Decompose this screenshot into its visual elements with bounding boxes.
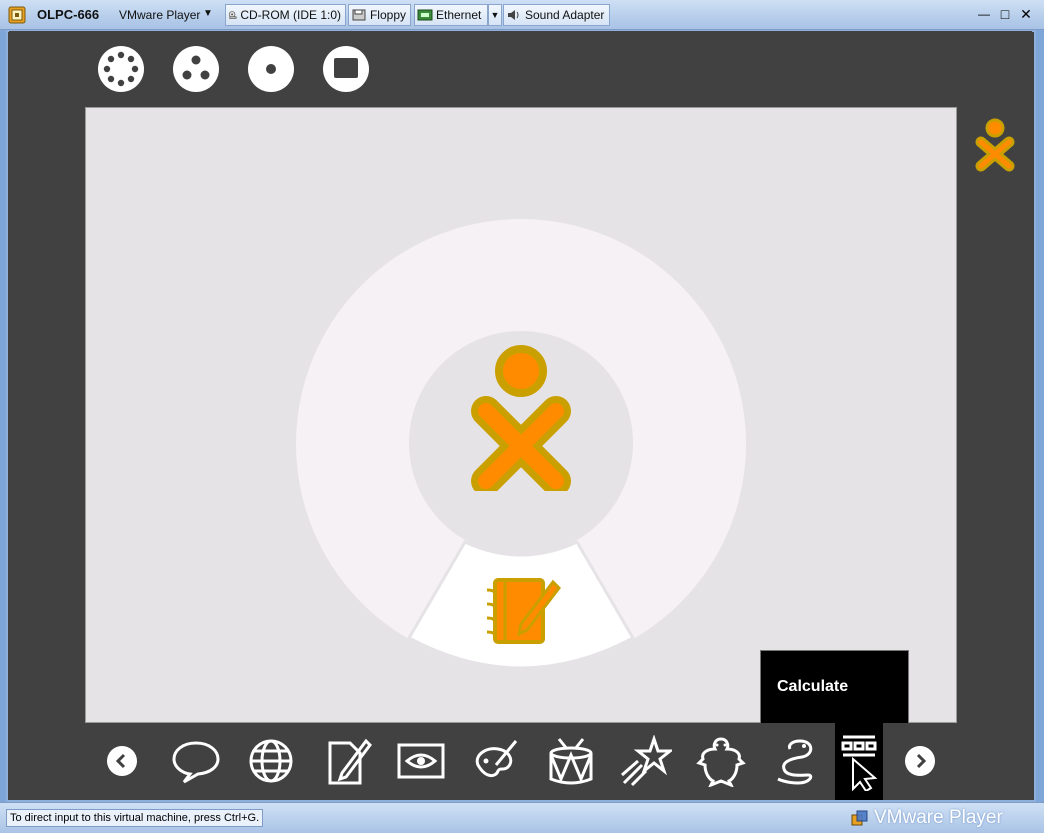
vmware-logo-icon [851, 810, 868, 826]
vmware-app-icon[interactable] [8, 6, 26, 24]
device-ethernet-button[interactable]: Ethernet [414, 4, 488, 26]
device-cdrom-button[interactable]: CD-ROM (IDE 1:0) [225, 4, 346, 26]
activity-pippy[interactable] [766, 731, 826, 791]
title-bar: OLPC-666 VMware Player ▼ CD-ROM (IDE 1:0… [0, 0, 1044, 30]
home-view-icon [266, 64, 276, 74]
activity-view-button[interactable] [323, 46, 369, 92]
activity-view-icon [334, 58, 358, 78]
activity-write[interactable] [316, 731, 376, 791]
input-hint: To direct input to this virtual machine,… [6, 809, 264, 827]
device-label: Sound Adapter [525, 8, 605, 22]
chevron-down-icon[interactable]: ▼ [203, 8, 213, 19]
status-bar: To direct input to this virtual machine,… [0, 802, 1044, 833]
device-sound-button[interactable]: Sound Adapter [503, 4, 610, 26]
activity-paint[interactable] [466, 731, 526, 791]
scroll-left-button[interactable] [107, 746, 137, 776]
close-button[interactable]: ✕ [1018, 6, 1034, 22]
activity-etoys[interactable] [691, 731, 751, 791]
ethernet-icon [417, 9, 433, 21]
xo-owner-icon[interactable] [466, 341, 576, 491]
pippy-icon [777, 739, 813, 785]
activity-tooltip: Calculate [760, 650, 909, 726]
activity-calculate[interactable] [831, 731, 887, 791]
chevron-right-icon [916, 753, 927, 769]
activity-turtle-art[interactable] [616, 731, 676, 791]
vmware-brand: VMware Player [874, 807, 1003, 828]
chat-icon [172, 741, 220, 784]
tooltip-label: Calculate [777, 678, 849, 695]
calculate-icon [841, 735, 878, 791]
turtle-art-icon [621, 735, 672, 787]
sound-icon [508, 10, 519, 20]
paint-icon [475, 740, 518, 777]
activity-bar [9, 723, 1032, 800]
journal-icon[interactable] [483, 574, 563, 648]
tamtam-icon [549, 738, 593, 785]
floppy-icon [352, 9, 366, 21]
browse-icon [249, 739, 293, 783]
cdrom-icon [228, 11, 237, 19]
activity-chat[interactable] [166, 731, 226, 791]
neighborhood-view-button[interactable] [98, 46, 144, 92]
group-view-icon [182, 55, 210, 80]
device-floppy-button[interactable]: Floppy [348, 4, 411, 26]
activity-browse[interactable] [241, 731, 301, 791]
etoys-icon [696, 737, 746, 787]
vm-screen[interactable]: Calculate [9, 31, 1032, 800]
group-view-button[interactable] [173, 46, 219, 92]
scroll-right-button[interactable] [905, 746, 935, 776]
neighborhood-view-icon [103, 51, 139, 87]
ethernet-dropdown-arrow[interactable]: ▼ [488, 4, 502, 26]
minimize-button[interactable]: — [976, 6, 992, 22]
device-label: Floppy [369, 8, 406, 22]
vm-name: OLPC-666 [37, 7, 100, 22]
activity-record[interactable] [391, 731, 451, 791]
maximize-button[interactable]: □ [997, 6, 1013, 22]
vmware-player-menu[interactable]: VMware Player [119, 8, 200, 22]
activity-tamtam[interactable] [541, 731, 601, 791]
device-label: Ethernet [436, 8, 482, 22]
device-label: CD-ROM (IDE 1:0) [240, 8, 341, 22]
home-view[interactable] [85, 107, 957, 723]
xo-buddy-icon[interactable] [973, 116, 1017, 172]
chevron-left-icon [115, 753, 126, 769]
record-icon [397, 743, 445, 779]
write-icon [328, 738, 372, 785]
home-view-button[interactable] [248, 46, 294, 92]
